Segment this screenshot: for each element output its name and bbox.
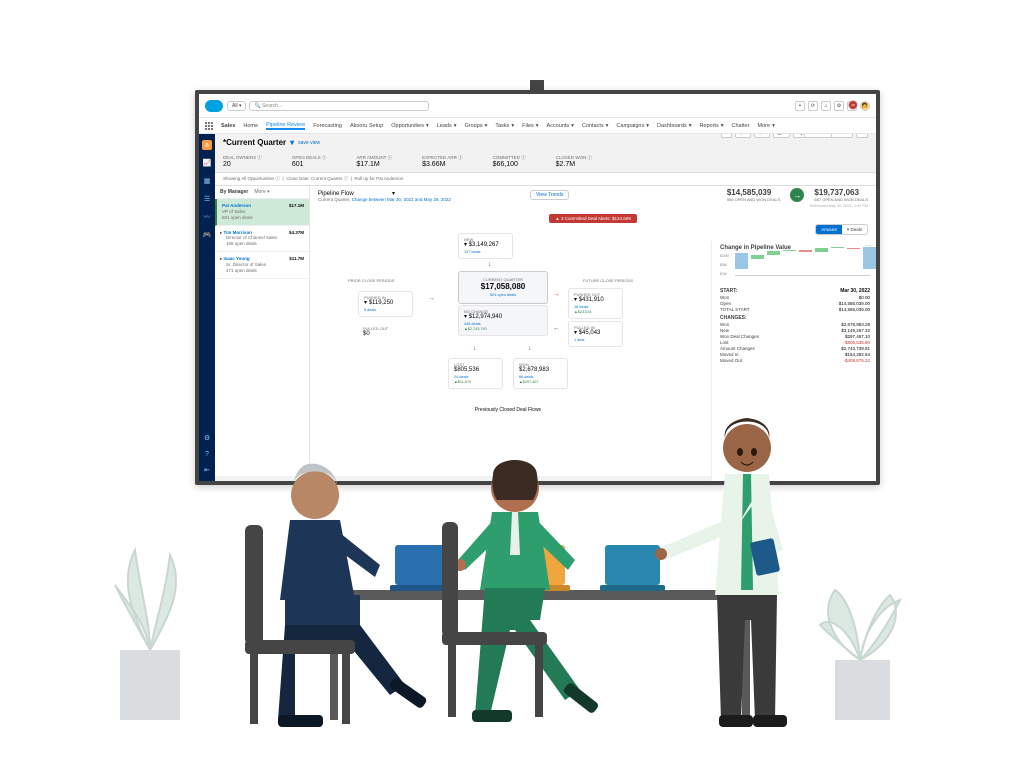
view-trends-button[interactable]: View Trends xyxy=(530,190,569,200)
manager-item[interactable]: $11.7M ▸ Isaac Young Sr. Director of Sal… xyxy=(215,252,309,279)
page-title-chevron-icon[interactable]: ▾ xyxy=(290,138,294,147)
app-name: Sales xyxy=(221,123,235,129)
nav-files[interactable]: Files ▾ xyxy=(522,123,538,129)
rail-game-icon[interactable]: 🎮 xyxy=(202,230,212,240)
nav-accounts[interactable]: Accounts ▾ xyxy=(547,123,574,129)
rail-activity-icon[interactable]: 〰 xyxy=(202,212,212,222)
nav-chatter[interactable]: Chatter xyxy=(731,123,749,129)
flow-box-pushed-out[interactable]: PUSHED OUT ▾ $431,910 18 deals ▲$23,034 xyxy=(568,288,623,319)
presentation-screen: All ▾ 🔍 Search... + ⟳ ⌂ ⚙ 🔔20 🧑 Sales Ho… xyxy=(195,90,880,485)
change-panel: ⛶ Change in Pipeline Value $10M $5M $1M xyxy=(711,241,876,481)
save-view-link[interactable]: save view xyxy=(298,140,320,146)
manager-item[interactable]: $17.1M Pat Anderson VP of Sales 601 open… xyxy=(215,199,309,226)
global-search-input[interactable]: 🔍 Search... xyxy=(249,101,429,111)
nav-groups[interactable]: Groups ▾ xyxy=(465,123,488,129)
refreshed-label: Refreshed May 30, 2022, 1:00 PM xyxy=(318,204,868,208)
page-title: *Current Quarter xyxy=(223,138,286,147)
app-launcher-icon[interactable] xyxy=(205,122,213,130)
toolbar-btn-4[interactable]: ▥ ▾ xyxy=(773,134,790,138)
rail-settings-icon[interactable]: ⚙ xyxy=(202,433,212,443)
toolbar-refresh[interactable]: ⟳ xyxy=(856,134,868,138)
global-search: All ▾ 🔍 Search... xyxy=(227,101,791,111)
page-header: ▾ ⊞ ▾ ⊟ ▾ ▥ ▾ 🔍 Search... ⟳ *Current Qua… xyxy=(215,134,876,151)
new-icon[interactable]: + xyxy=(795,101,805,111)
nav-pipeline-review[interactable]: Pipeline Review xyxy=(266,122,305,130)
nav-more[interactable]: More ▾ xyxy=(758,123,775,129)
flow-box-lost[interactable]: LOST $805,536 24 deals ▲$11,670 xyxy=(448,358,503,389)
flow-box-new[interactable]: NEW ▾ $3,149,267 127 deals xyxy=(458,233,513,259)
flow-box-no-change[interactable]: NO CHANGE ▾ $12,974,940 448 deals ▲$2,74… xyxy=(458,305,548,336)
rail-app-icon[interactable]: a xyxy=(202,140,212,150)
setup-icon[interactable]: ⚙ xyxy=(834,101,844,111)
nav-dashboards[interactable]: Dashboards ▾ xyxy=(657,123,691,129)
nav-tasks[interactable]: Tasks ▾ xyxy=(495,123,514,129)
flow-arrow-icon: → xyxy=(790,188,804,202)
breadcrumb: Showing All Opportunities ⓘ | Close Date… xyxy=(215,173,876,186)
kpi-row: DEAL OWNERS ⓘ20 OPEN DEALS ⓘ601 ARR AMOU… xyxy=(215,151,876,173)
nav-home[interactable]: Home xyxy=(243,123,258,129)
rail-chart-icon[interactable]: 📈 xyxy=(202,158,212,168)
manager-panel: By Manager More ▾ $17.1M Pat Anderson VP… xyxy=(215,186,310,476)
waterfall-chart: $10M $5M $1M xyxy=(720,254,870,282)
flow-box-won[interactable]: WON $2,678,983 66 deals ▲$297,467 xyxy=(513,358,568,389)
global-header: All ▾ 🔍 Search... + ⟳ ⌂ ⚙ 🔔20 🧑 xyxy=(199,94,876,118)
pipeline-flow-panel: Pipeline Flow ▾ Current Quarter, Change … xyxy=(310,186,876,476)
nav-forecasting[interactable]: Forecasting xyxy=(313,123,342,129)
prev-closed-title: Previously Closed Deal Flows xyxy=(318,407,698,413)
nav-reports[interactable]: Reports ▾ xyxy=(699,123,723,129)
page-search-input[interactable]: 🔍 Search... xyxy=(793,134,853,138)
manager-more[interactable]: More ▾ xyxy=(254,189,269,195)
rail-help-icon[interactable]: ? xyxy=(202,449,212,459)
nav-leads[interactable]: Leads ▾ xyxy=(437,123,457,129)
home-icon[interactable]: ⌂ xyxy=(821,101,831,111)
left-rail: a 📈 ▦ ☰ 〰 🎮 ⚙ ? ⇤ xyxy=(199,134,215,481)
flow-box-pushed-in[interactable]: PUSHED IN ▾ $119,250 5 deals xyxy=(358,291,413,317)
salesforce-logo-icon xyxy=(205,100,223,112)
flow-end-amount: $19,737,063 xyxy=(814,188,868,197)
flow-subtitle: Current Quarter, Change between Mar 30, … xyxy=(318,197,451,202)
nav-contacts[interactable]: Contacts ▾ xyxy=(582,123,608,129)
rail-collapse-icon[interactable]: ⇤ xyxy=(202,465,212,475)
flow-title: Pipeline Flow ▾ xyxy=(318,190,451,197)
avatar-icon[interactable]: 🧑 xyxy=(860,101,870,111)
flow-box-pulled-out[interactable]: PULLED OUT $0 xyxy=(358,323,413,342)
nav-opportunities[interactable]: Opportunities ▾ xyxy=(391,123,428,129)
toolbar-btn-2[interactable]: ⊞ ▾ xyxy=(735,134,751,138)
kpi-value: 20 xyxy=(223,161,262,168)
history-icon[interactable]: ⟳ xyxy=(808,101,818,111)
change-table: START:Mar 30, 2022 Won$0.00 Open$14,585,… xyxy=(720,286,870,363)
notifications-icon[interactable]: 🔔20 xyxy=(847,101,857,111)
toolbar-btn-3[interactable]: ⊟ ▾ xyxy=(754,134,770,138)
flow-start-amount: $14,585,039 xyxy=(727,188,781,197)
flow-box-pulled-in[interactable]: PULLED IN ▾ $45,043 1 deal xyxy=(568,321,623,347)
search-scope-select[interactable]: All ▾ xyxy=(227,101,246,111)
manager-item[interactable]: $4.37M ▸ Tim Morrison Director of Channe… xyxy=(215,226,309,253)
toolbar-btn-1[interactable]: ▾ xyxy=(721,134,732,138)
flow-box-current-quarter[interactable]: CURRENT QUARTER $17,058,080 601 open dea… xyxy=(458,271,548,304)
nav-campaigns[interactable]: Campaigns ▾ xyxy=(616,123,649,129)
rail-table-icon[interactable]: ▦ xyxy=(202,176,212,186)
nav-akooru-setup[interactable]: Akooru Setup xyxy=(350,123,383,129)
deal-alerts-badge[interactable]: ▲ 3 Committed Deal Alerts: $124,609 xyxy=(549,214,637,223)
app-nav: Sales Home Pipeline Review Forecasting A… xyxy=(199,118,876,134)
manager-panel-title: By Manager xyxy=(220,189,248,195)
rail-list-icon[interactable]: ☰ xyxy=(202,194,212,204)
